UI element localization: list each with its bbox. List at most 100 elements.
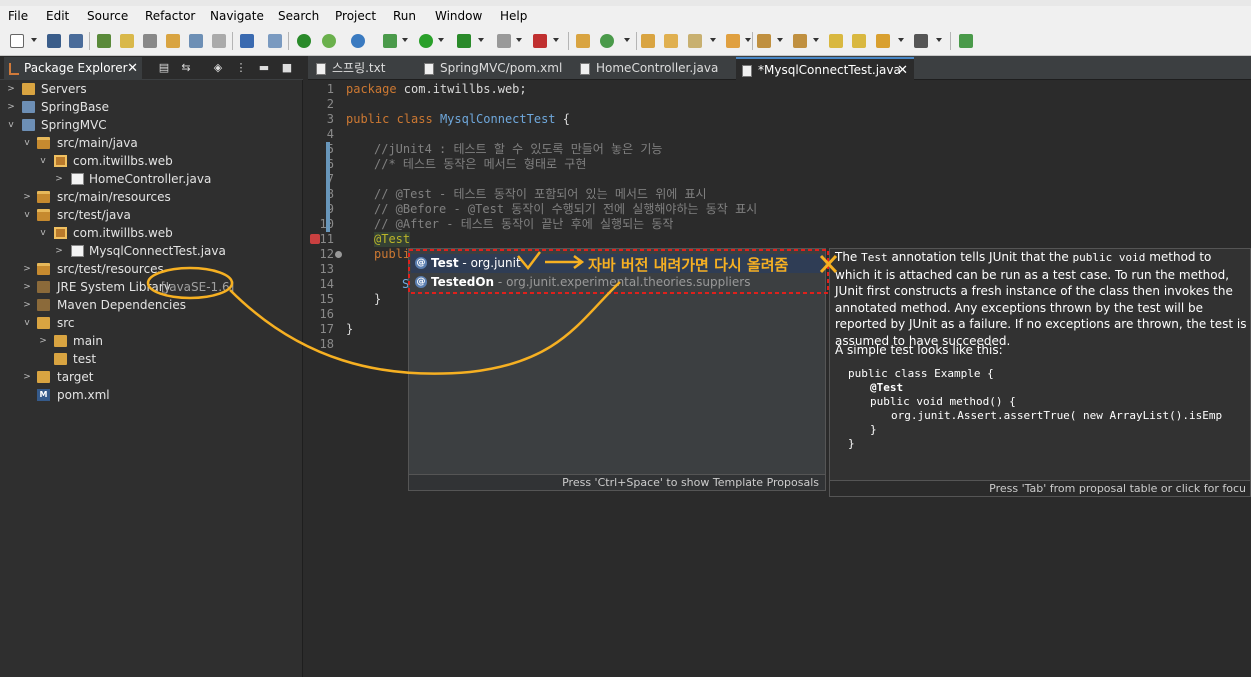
chevron-right-icon[interactable]: > — [54, 170, 64, 188]
chevron-right-icon[interactable]: > — [22, 296, 32, 314]
tab-pom-xml[interactable]: SpringMVC/pom.xml — [418, 57, 564, 80]
line-number: 6 — [326, 157, 334, 171]
dropdown-arrow-icon[interactable] — [402, 38, 408, 42]
menu-run[interactable]: Run — [393, 9, 416, 23]
chevron-down-icon[interactable]: v — [6, 116, 16, 134]
brush-icon[interactable] — [688, 34, 702, 48]
chevron-right-icon[interactable]: > — [38, 332, 48, 350]
tab-homecontroller[interactable]: HomeController.java — [574, 57, 722, 80]
run-external-icon[interactable] — [457, 34, 471, 48]
chevron-down-icon[interactable]: v — [38, 152, 48, 170]
menu-help[interactable]: Help — [500, 9, 527, 23]
package-explorer-tab[interactable]: Package Explorer ✕ — [4, 57, 142, 80]
new-project-icon[interactable] — [576, 34, 590, 48]
toggle-mark-icon[interactable] — [120, 34, 134, 48]
project-icon — [22, 101, 35, 113]
run-icon[interactable] — [419, 34, 433, 48]
server-start-icon[interactable] — [297, 34, 311, 48]
menu-project[interactable]: Project — [335, 9, 376, 23]
dropdown-arrow-icon[interactable] — [478, 38, 484, 42]
next-edit-icon[interactable] — [852, 34, 866, 48]
block-selection-icon[interactable] — [240, 34, 254, 48]
chevron-right-icon[interactable]: > — [22, 260, 32, 278]
line-number: 1 — [326, 82, 334, 96]
task-icon[interactable] — [143, 34, 157, 48]
perspective-icon[interactable] — [959, 34, 973, 48]
dropdown-arrow-icon[interactable] — [553, 38, 559, 42]
close-icon[interactable]: ✕ — [897, 59, 908, 82]
menu-window[interactable]: Window — [435, 9, 482, 23]
doc-text: annotation tells JUnit that the — [887, 250, 1073, 264]
show-whitespace-icon[interactable] — [189, 34, 203, 48]
fold-icon[interactable] — [335, 251, 342, 258]
folder-icon — [37, 371, 50, 383]
tab-mysqlconnecttest[interactable]: *MysqlConnectTest.java ✕ — [736, 57, 914, 80]
error-icon[interactable] — [310, 234, 320, 244]
line-number: 15 — [319, 292, 334, 306]
globe-icon[interactable] — [351, 34, 365, 48]
chevron-down-icon[interactable]: v — [22, 134, 32, 152]
chevron-right-icon[interactable]: > — [22, 368, 32, 386]
last-edit-icon[interactable] — [829, 34, 843, 48]
debug-skip-icon[interactable] — [268, 34, 282, 48]
search-folder-icon[interactable] — [726, 34, 740, 48]
prev-annotation-icon[interactable] — [793, 34, 807, 48]
minimize-icon[interactable]: ▬ — [258, 62, 270, 74]
spring-icon[interactable] — [322, 34, 336, 48]
open-file-icon[interactable] — [664, 34, 678, 48]
dropdown-arrow-icon[interactable] — [936, 38, 942, 42]
dropdown-arrow-icon[interactable] — [710, 38, 716, 42]
change-marker — [326, 142, 330, 232]
next-annotation-icon[interactable] — [757, 34, 771, 48]
collapse-all-icon[interactable]: ▤ — [158, 62, 170, 74]
dropdown-arrow-icon[interactable] — [898, 38, 904, 42]
tab-spring-txt[interactable]: 스프링.txt — [310, 57, 414, 80]
open-type-icon[interactable] — [97, 34, 111, 48]
debug-icon[interactable] — [383, 34, 397, 48]
chevron-down-icon[interactable]: v — [38, 224, 48, 242]
close-icon[interactable]: ✕ — [127, 57, 138, 80]
proposal-item-testedon[interactable]: @ TestedOn - org.junit.experimental.theo… — [411, 273, 823, 292]
dropdown-arrow-icon[interactable] — [777, 38, 783, 42]
javadoc-popup[interactable]: The Test annotation tells JUnit that the… — [829, 248, 1251, 497]
chevron-right-icon[interactable]: > — [22, 188, 32, 206]
save-icon[interactable] — [47, 34, 61, 48]
package-icon — [54, 155, 67, 167]
dropdown-arrow-icon[interactable] — [438, 38, 444, 42]
dropdown-arrow-icon[interactable] — [813, 38, 819, 42]
chevron-right-icon[interactable]: > — [6, 80, 16, 98]
toolbar-separator — [232, 32, 233, 50]
menu-edit[interactable]: Edit — [46, 9, 69, 23]
menu-refactor[interactable]: Refactor — [145, 9, 195, 23]
back-icon[interactable] — [876, 34, 890, 48]
chevron-down-icon[interactable]: v — [22, 314, 32, 332]
dropdown-arrow-icon[interactable] — [745, 38, 751, 42]
menu-file[interactable]: File — [8, 9, 28, 23]
new-icon[interactable] — [10, 34, 24, 48]
dropdown-arrow-icon[interactable] — [516, 38, 522, 42]
paragraph-icon[interactable] — [212, 34, 226, 48]
maximize-icon[interactable]: ■ — [281, 62, 293, 74]
doc-text: The — [835, 250, 862, 264]
menu-search[interactable]: Search — [278, 9, 319, 23]
chevron-down-icon[interactable]: v — [22, 206, 32, 224]
tab-label: *MysqlConnectTest.java — [758, 63, 901, 77]
dropdown-arrow-icon[interactable] — [624, 38, 630, 42]
chevron-right-icon[interactable]: > — [6, 98, 16, 116]
menu-navigate[interactable]: Navigate — [210, 9, 264, 23]
dropdown-arrow-icon[interactable] — [31, 38, 37, 42]
java-file-icon — [71, 173, 84, 185]
save-all-icon[interactable] — [69, 34, 83, 48]
focus-icon[interactable]: ◈ — [212, 62, 224, 74]
chevron-right-icon[interactable]: > — [54, 242, 64, 260]
stop-icon[interactable] — [497, 34, 511, 48]
coverage-icon[interactable] — [533, 34, 547, 48]
view-menu-icon[interactable]: ⋮ — [235, 62, 247, 74]
new-class-icon[interactable] — [600, 34, 614, 48]
open-resource-icon[interactable] — [166, 34, 180, 48]
open-folder-icon[interactable] — [641, 34, 655, 48]
menu-source[interactable]: Source — [87, 9, 128, 23]
forward-icon[interactable] — [914, 34, 928, 48]
chevron-right-icon[interactable]: > — [22, 278, 32, 296]
link-with-editor-icon[interactable]: ⇆ — [180, 62, 192, 74]
